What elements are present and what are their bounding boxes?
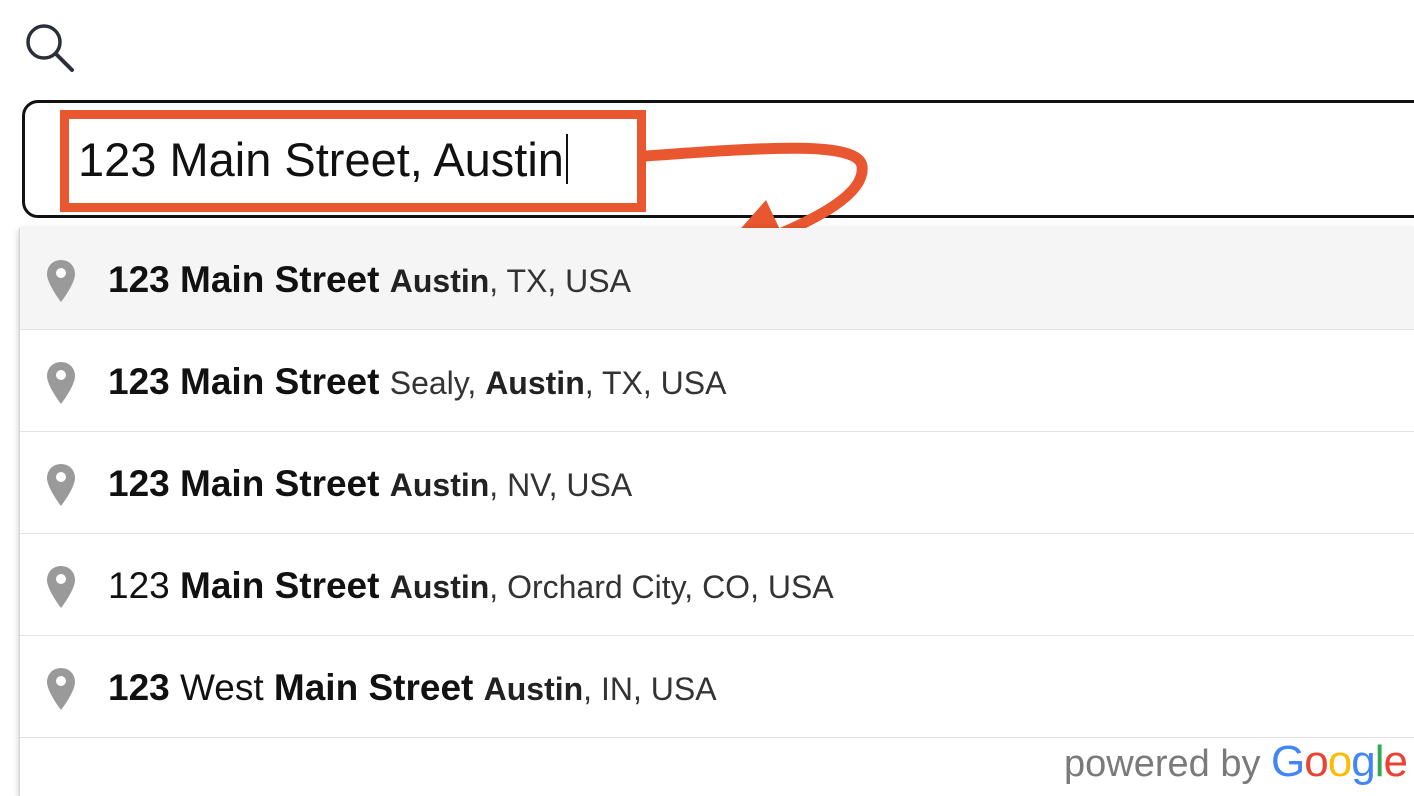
annotation-highlight-box (60, 110, 646, 212)
location-pin-icon (46, 258, 76, 304)
search-icon[interactable] (20, 18, 80, 78)
powered-by-label: powered by (1064, 743, 1272, 785)
suggestion-4[interactable]: 123 Main Street Austin, Orchard City, CO… (20, 534, 1414, 636)
suggestion-text: 123 Main Street Sealy, Austin, TX, USA (108, 361, 727, 402)
suggestion-text: 123 Main Street Austin, TX, USA (108, 259, 631, 300)
suggestion-text: 123 Main Street Austin, NV, USA (108, 463, 633, 504)
location-pin-icon (46, 462, 76, 508)
suggestion-text: 123 Main Street Austin, Orchard City, CO… (108, 565, 834, 606)
suggestion-2[interactable]: 123 Main Street Sealy, Austin, TX, USA (20, 330, 1414, 432)
google-logo: Google (1271, 737, 1408, 786)
suggestion-text: 123 West Main Street Austin, IN, USA (108, 667, 717, 708)
location-pin-icon (46, 666, 76, 712)
powered-by-google: powered by Google (1064, 737, 1408, 786)
suggestion-1[interactable]: 123 Main Street Austin, TX, USA (20, 228, 1414, 330)
suggestion-3[interactable]: 123 Main Street Austin, NV, USA (20, 432, 1414, 534)
suggestion-5[interactable]: 123 West Main Street Austin, IN, USA (20, 636, 1414, 738)
location-pin-icon (46, 564, 76, 610)
autocomplete-dropdown: 123 Main Street Austin, TX, USA 123 Main … (19, 228, 1414, 796)
location-pin-icon (46, 360, 76, 406)
